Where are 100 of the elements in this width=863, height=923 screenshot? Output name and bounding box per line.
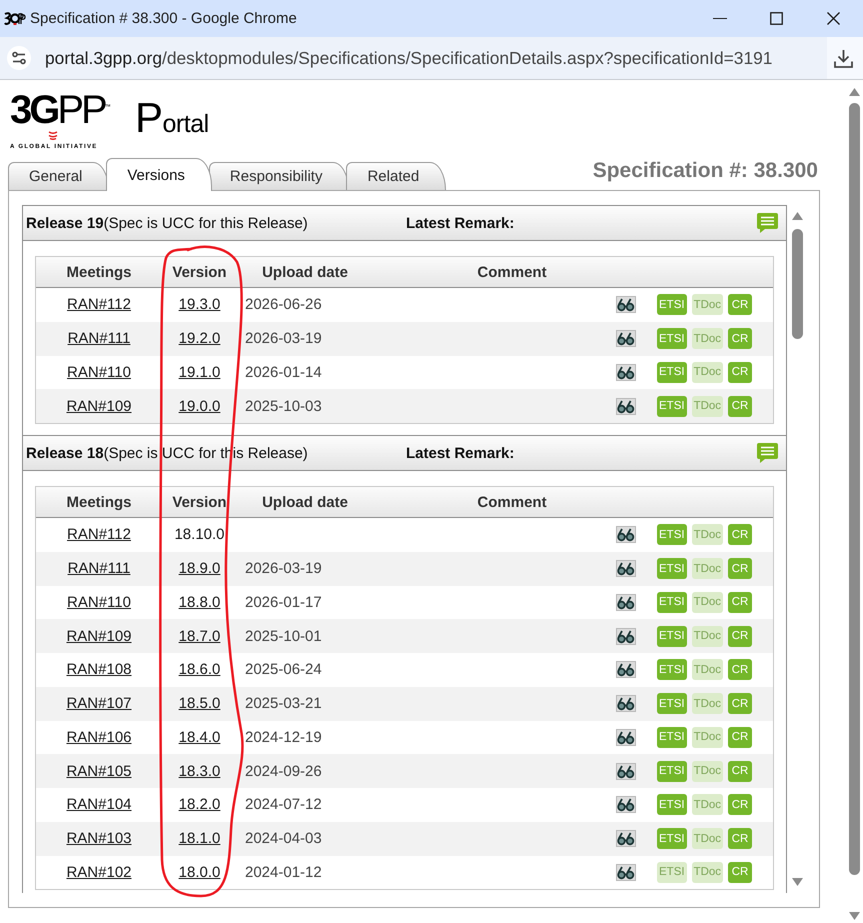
up-arrow-icon[interactable]: [849, 88, 860, 96]
remark-label: Latest Remark:: [406, 214, 514, 232]
upload-date: 2024-07-12: [245, 796, 322, 814]
version-link[interactable]: 19.0.0: [178, 398, 220, 415]
link-button[interactable]: ETSI: [657, 626, 687, 647]
link-button[interactable]: ETSI: [657, 328, 687, 350]
window-title: Specification # 38.300 - Google Chrome: [30, 10, 298, 27]
glasses-icon[interactable]: [616, 364, 636, 381]
meeting-link[interactable]: RAN#108: [66, 661, 132, 678]
glasses-icon[interactable]: [616, 661, 636, 678]
download-icon[interactable]: [834, 48, 853, 68]
version-link[interactable]: 18.2.0: [178, 796, 220, 814]
link-button[interactable]: CR: [728, 362, 752, 383]
link-button[interactable]: CR: [728, 760, 752, 782]
down-arrow-icon[interactable]: [849, 912, 860, 920]
link-button[interactable]: ETSI: [657, 760, 687, 782]
minimize-icon[interactable]: [713, 18, 727, 20]
glasses-icon[interactable]: [616, 526, 636, 544]
version-link[interactable]: 18.4.0: [178, 728, 220, 746]
meeting-link[interactable]: RAN#103: [66, 830, 132, 848]
link-button[interactable]: CR: [728, 524, 752, 546]
link-button[interactable]: ETSI: [657, 828, 687, 850]
link-button[interactable]: CR: [728, 828, 752, 850]
link-button[interactable]: CR: [728, 592, 752, 613]
version-link[interactable]: 18.0.0: [178, 864, 220, 881]
meeting-link[interactable]: RAN#102: [66, 864, 132, 881]
scrollbar-thumb[interactable]: [849, 103, 860, 875]
tab[interactable]: Versions: [106, 158, 212, 191]
version-link[interactable]: 18.8.0: [178, 594, 220, 611]
tab[interactable]: Related: [346, 162, 446, 190]
upload-date: 2026-01-17: [245, 594, 322, 611]
glasses-icon[interactable]: [616, 695, 636, 712]
link-button[interactable]: CR: [728, 396, 752, 417]
link-button[interactable]: ETSI: [657, 396, 687, 417]
glasses-icon[interactable]: [616, 594, 636, 611]
meeting-link[interactable]: RAN#106: [66, 728, 132, 746]
version-link[interactable]: 19.1.0: [178, 364, 220, 381]
logo-icon: [4, 12, 26, 25]
link-button[interactable]: CR: [728, 794, 752, 816]
column-header: Meetings: [66, 264, 132, 280]
upload-date: 2025-10-01: [245, 628, 322, 645]
logo-wordmark: 3GPP$^{™}$: [10, 92, 112, 129]
link-button[interactable]: ETSI: [657, 524, 687, 546]
version-link[interactable]: 18.5.0: [178, 695, 220, 712]
version-link[interactable]: 18.9.0: [178, 560, 220, 578]
link-button[interactable]: CR: [728, 862, 752, 883]
glasses-icon[interactable]: [616, 398, 636, 415]
down-arrow-icon[interactable]: [792, 878, 803, 886]
maximize-icon[interactable]: [770, 12, 782, 25]
meeting-link[interactable]: RAN#104: [66, 796, 132, 814]
glasses-icon[interactable]: [616, 560, 636, 578]
link-button[interactable]: ETSI: [657, 362, 687, 383]
link-button[interactable]: CR: [728, 693, 752, 714]
meeting-link[interactable]: RAN#110: [67, 364, 131, 381]
link-button[interactable]: ETSI: [657, 558, 687, 580]
link-button[interactable]: ETSI: [657, 794, 687, 816]
link-button[interactable]: CR: [728, 328, 752, 350]
glasses-icon[interactable]: [616, 830, 636, 848]
upload-date: 2026-03-19: [245, 330, 322, 348]
version-link[interactable]: 18.3.0: [178, 762, 220, 780]
glasses-icon[interactable]: [616, 762, 636, 780]
version-link[interactable]: 19.2.0: [178, 330, 220, 348]
glasses-icon[interactable]: [616, 628, 636, 645]
meeting-link[interactable]: RAN#107: [66, 695, 132, 712]
column-header: Comment: [477, 264, 547, 280]
link-button[interactable]: ETSI: [657, 693, 687, 714]
link-button[interactable]: CR: [728, 294, 752, 316]
meeting-link[interactable]: RAN#111: [68, 330, 130, 348]
remark-label: Latest Remark:: [406, 444, 514, 462]
meeting-link[interactable]: RAN#110: [67, 594, 131, 611]
version-link[interactable]: 18.7.0: [178, 628, 220, 645]
meeting-link[interactable]: RAN#109: [66, 398, 132, 415]
link-button[interactable]: CR: [728, 726, 752, 748]
meeting-link[interactable]: RAN#109: [66, 628, 132, 645]
scrollbar-thumb[interactable]: [792, 229, 803, 339]
link-button[interactable]: ETSI: [657, 659, 687, 680]
version-link[interactable]: 19.3.0: [178, 296, 220, 314]
close-icon[interactable]: [827, 12, 840, 25]
link-button[interactable]: ETSI: [657, 294, 687, 316]
meeting-link[interactable]: RAN#112: [67, 526, 131, 544]
glasses-icon[interactable]: [616, 796, 636, 814]
meeting-link[interactable]: RAN#112: [67, 296, 131, 314]
glasses-icon[interactable]: [616, 330, 636, 348]
version-link[interactable]: 18.1.0: [178, 830, 220, 848]
link-button[interactable]: CR: [728, 659, 752, 680]
link-button[interactable]: CR: [728, 626, 752, 647]
tune-icon[interactable]: [7, 46, 31, 70]
version-link[interactable]: 18.6.0: [178, 661, 220, 678]
address-field[interactable]: portal.3gpp.org/desktopmodules/Specifications/SpecificationDetails.aspx?specificationId=3191: [0, 37, 827, 79]
link-button[interactable]: ETSI: [657, 726, 687, 748]
link-button[interactable]: CR: [728, 558, 752, 580]
meeting-link[interactable]: RAN#111: [68, 560, 130, 578]
version-text: 18.10.0: [174, 526, 225, 544]
upload-date: 2024-12-19: [245, 728, 322, 746]
up-arrow-icon[interactable]: [792, 212, 803, 220]
meeting-link[interactable]: RAN#105: [66, 762, 132, 780]
glasses-icon[interactable]: [616, 728, 636, 746]
link-button[interactable]: ETSI: [657, 592, 687, 613]
glasses-icon[interactable]: [616, 864, 636, 881]
glasses-icon[interactable]: [616, 296, 636, 314]
